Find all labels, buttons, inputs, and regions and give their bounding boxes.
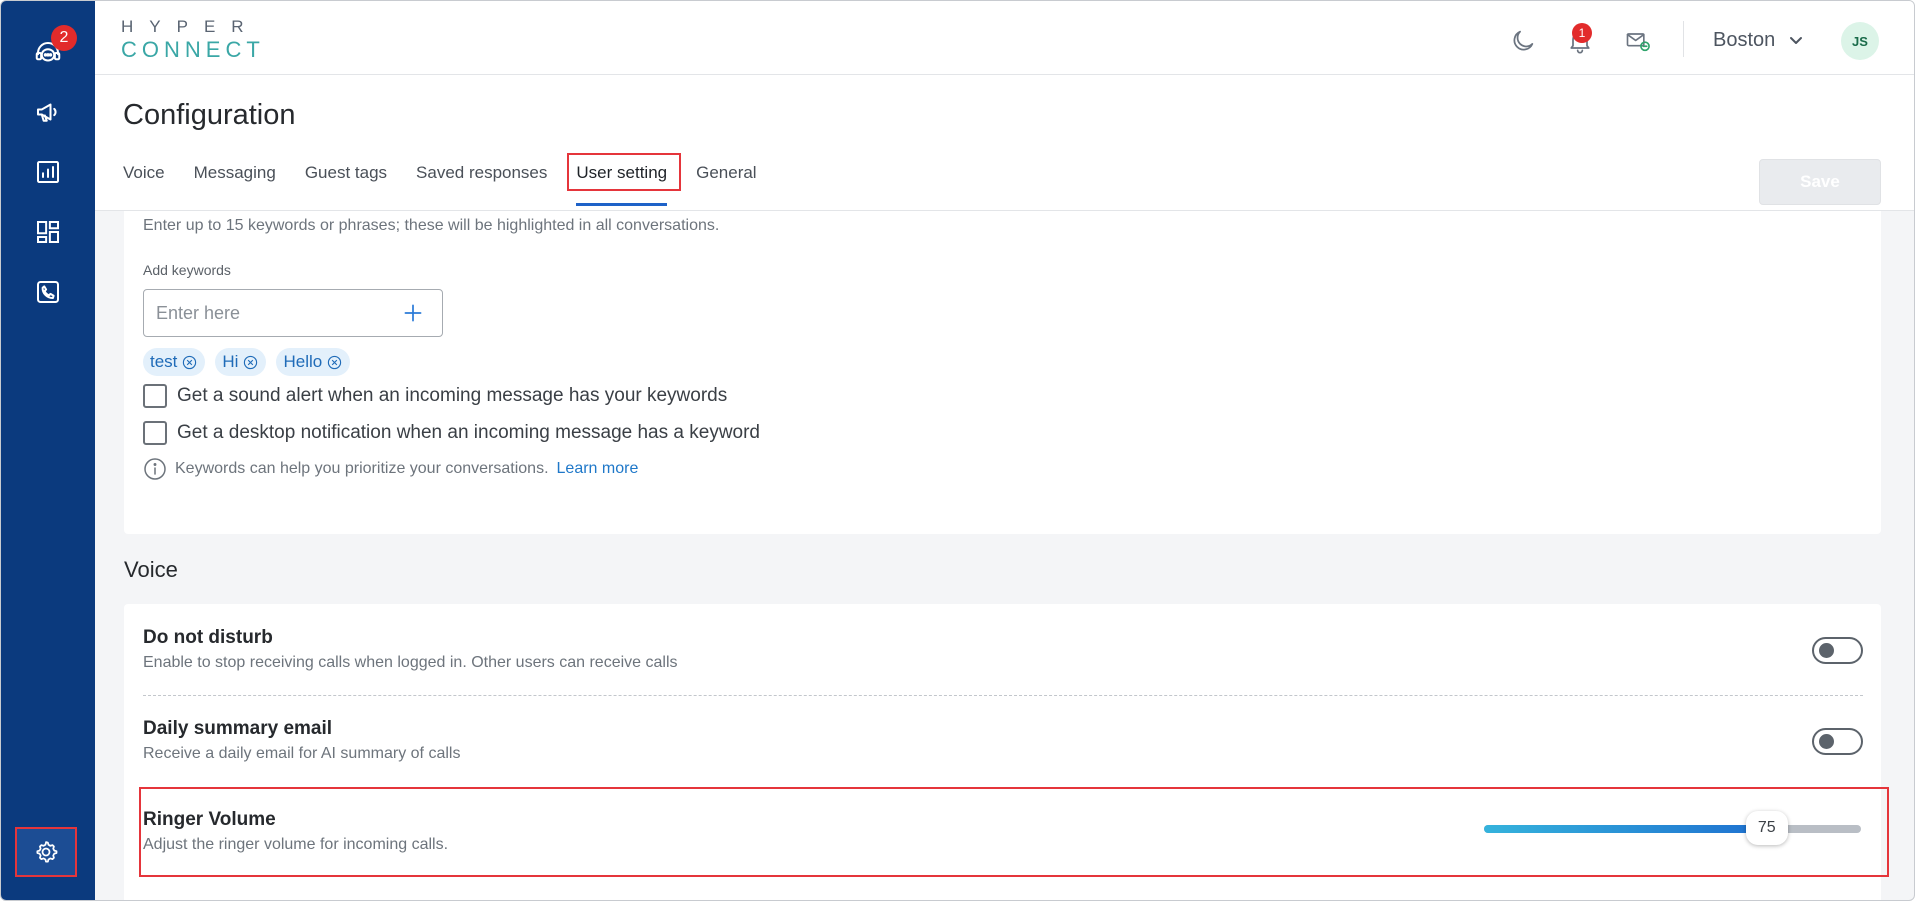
top-header: HYPER CONNECT 1 Boston JS <box>95 1 1914 75</box>
keyword-chip: Hello <box>276 348 351 376</box>
sidebar-notification-badge: 2 <box>51 25 77 51</box>
daily-summary-toggle[interactable] <box>1812 728 1863 755</box>
add-keyword-plus-icon[interactable] <box>400 300 426 326</box>
keywords-description: Enter up to 15 keywords or phrases; thes… <box>143 217 720 234</box>
dashboard-icon <box>37 221 59 243</box>
keyword-input[interactable] <box>156 301 386 325</box>
avatar[interactable]: JS <box>1841 22 1879 60</box>
setting-divider <box>143 695 1863 696</box>
gear-icon <box>36 841 58 863</box>
page-title: Configuration <box>123 99 296 131</box>
keywords-info: Keywords can help you prioritize your co… <box>143 457 638 481</box>
daily-summary-title: Daily summary email <box>143 718 333 739</box>
remove-chip-icon[interactable] <box>243 355 258 370</box>
sound-alert-option[interactable]: Get a sound alert when an incoming messa… <box>143 384 727 408</box>
phone-icon <box>37 281 59 303</box>
keyword-chip-label: Hello <box>283 352 323 371</box>
sound-alert-checkbox[interactable] <box>143 384 167 408</box>
keyword-chips: test Hi Hello <box>143 348 351 376</box>
remove-chip-icon[interactable] <box>182 355 197 370</box>
sidebar: 2 <box>1 1 95 900</box>
desktop-notification-checkbox[interactable] <box>143 421 167 445</box>
add-keywords-label: Add keywords <box>143 262 231 278</box>
ringer-volume-description: Adjust the ringer volume for incoming ca… <box>143 836 449 853</box>
tab-voice[interactable]: Voice <box>123 163 165 203</box>
location-label: Boston <box>1713 29 1776 51</box>
learn-more-link[interactable]: Learn more <box>557 460 639 478</box>
do-not-disturb-toggle[interactable] <box>1812 637 1863 664</box>
sound-alert-label: Get a sound alert when an incoming messa… <box>177 385 728 406</box>
slider-thumb[interactable]: 75 <box>1745 811 1788 845</box>
do-not-disturb-title: Do not disturb <box>143 627 273 648</box>
keyword-input-box <box>143 289 443 337</box>
keywords-card: Enter up to 15 keywords or phrases; thes… <box>124 211 1881 534</box>
logo: HYPER CONNECT <box>121 17 265 63</box>
tab-messaging[interactable]: Messaging <box>194 163 276 203</box>
desktop-notification-option[interactable]: Get a desktop notification when an incom… <box>143 421 760 445</box>
voice-section-title: Voice <box>124 557 178 582</box>
remove-chip-icon[interactable] <box>327 355 342 370</box>
ringer-volume-title: Ringer Volume <box>143 809 276 830</box>
daily-summary-setting: Daily summary email Receive a daily emai… <box>143 718 460 763</box>
reports-icon <box>37 161 59 183</box>
daily-summary-description: Receive a daily email for AI summary of … <box>143 745 461 762</box>
do-not-disturb-setting: Do not disturb Enable to stop receiving … <box>143 627 678 672</box>
info-icon <box>144 458 166 480</box>
sidebar-item-calls[interactable] <box>28 272 68 312</box>
slider-fill <box>1484 825 1767 833</box>
notification-badge: 1 <box>1572 23 1592 43</box>
settings-button[interactable] <box>15 827 77 877</box>
dark-mode-button[interactable] <box>1507 25 1539 57</box>
keyword-chip: Hi <box>215 348 267 376</box>
chevron-down-icon <box>1790 36 1803 44</box>
header-divider <box>1683 21 1684 57</box>
ringer-volume-setting: Ringer Volume Adjust the ringer volume f… <box>143 809 448 854</box>
sidebar-item-reports[interactable] <box>28 152 68 192</box>
keyword-chip-label: Hi <box>222 352 239 371</box>
tab-saved-responses[interactable]: Saved responses <box>416 163 547 203</box>
tab-general[interactable]: General <box>696 163 756 203</box>
mail-sync-icon <box>1626 33 1650 52</box>
app-window: 2 HYPER CONNECT 1 Boston JS Configuratio… <box>0 0 1915 901</box>
ringer-volume-slider[interactable]: 75 <box>1484 811 1861 845</box>
moon-icon <box>1513 30 1534 51</box>
tab-bar: Voice Messaging Guest tags Saved respons… <box>123 153 786 206</box>
sidebar-item-campaigns[interactable] <box>28 92 68 132</box>
sidebar-item-dashboard[interactable] <box>28 212 68 252</box>
tab-user-setting[interactable]: User setting <box>567 153 682 206</box>
desktop-notification-label: Get a desktop notification when an incom… <box>177 422 760 443</box>
messages-sync-button[interactable] <box>1622 25 1654 57</box>
location-selector[interactable]: Boston <box>1713 29 1803 52</box>
tab-guest-tags[interactable]: Guest tags <box>305 163 387 203</box>
settings-content: Enter up to 15 keywords or phrases; thes… <box>95 211 1914 900</box>
logo-bottom-text: CONNECT <box>121 37 265 62</box>
megaphone-icon <box>37 103 57 122</box>
keyword-chip-label: test <box>150 352 178 371</box>
logo-top-text: HYPER <box>121 17 260 36</box>
page-header: Configuration Voice Messaging Guest tags… <box>95 75 1914 211</box>
tab-highlight-box <box>567 153 682 191</box>
keywords-info-text: Keywords can help you prioritize your co… <box>175 460 549 477</box>
do-not-disturb-description: Enable to stop receiving calls when logg… <box>143 654 678 671</box>
keyword-chip: test <box>143 348 206 376</box>
save-button[interactable]: Save <box>1759 159 1881 205</box>
